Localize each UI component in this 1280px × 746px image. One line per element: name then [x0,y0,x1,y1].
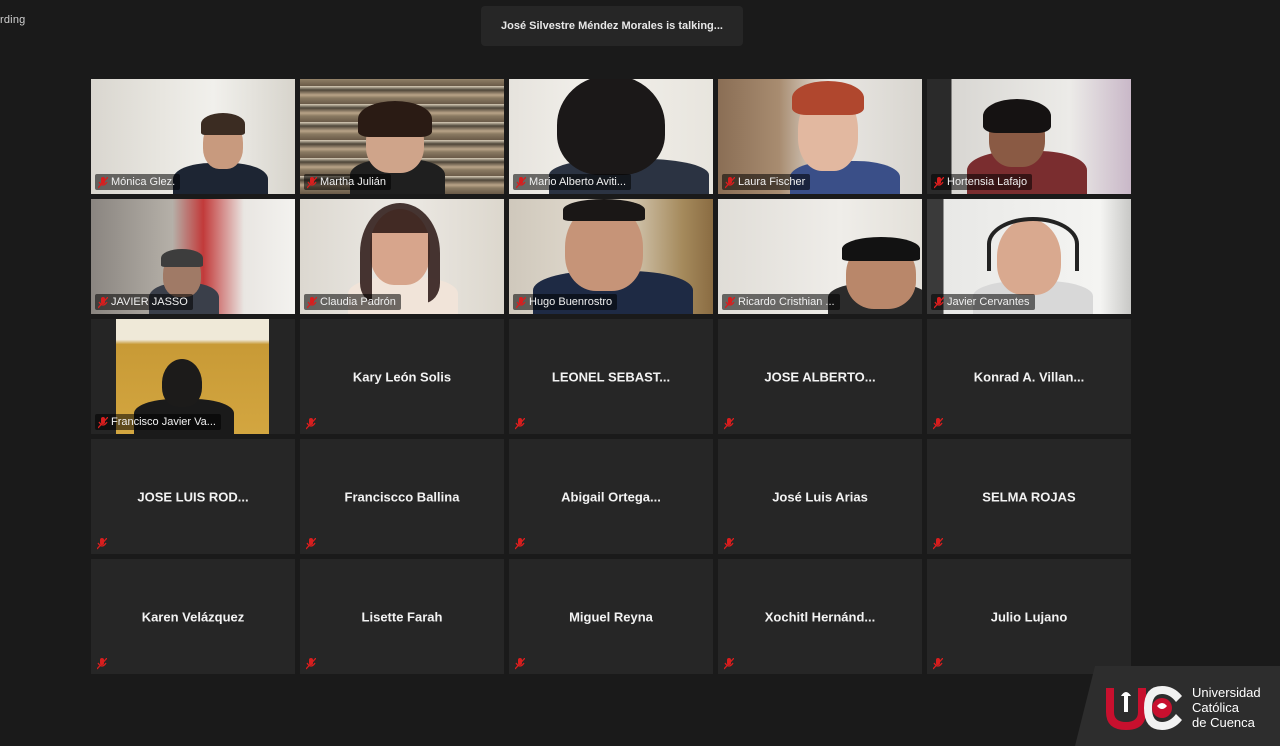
participant-tile[interactable]: SELMA ROJAS [927,439,1131,554]
participant-tile[interactable]: JOSE LUIS ROD... [91,439,295,554]
recording-indicator: rding [0,14,26,26]
mic-muted-icon [933,418,943,430]
participant-name: Abigail Ortega... [561,489,661,504]
participant-name: Julio Lujano [990,609,1068,624]
mic-muted-icon [307,177,317,189]
mic-muted-icon [306,658,316,670]
participant-tile[interactable]: Lisette Farah [300,559,504,674]
participant-tile[interactable]: Karen Velázquez [91,559,295,674]
participant-name-tag: Hortensia Lafajo [931,174,1033,190]
participant-name-tag: Martha Julián [304,174,392,190]
mic-muted-icon [933,658,943,670]
participant-tile[interactable]: Javier Cervantes [927,199,1131,314]
participant-name: Miguel Reyna [569,609,653,624]
participant-gallery: Mónica Glez. Martha Julián Mario Alberto… [91,79,1131,674]
participant-name-tag: Hugo Buenrostro [513,294,618,310]
participant-tile[interactable]: Hortensia Lafajo [927,79,1131,194]
participant-tile[interactable]: JAVIER JASSO [91,199,295,314]
mic-muted-icon [934,177,944,189]
mic-muted-icon [98,297,108,309]
participant-name-tag: JAVIER JASSO [95,294,193,310]
participant-tile[interactable]: Hugo Buenrostro [509,199,713,314]
participant-tile[interactable]: Konrad A. Villan... [927,319,1131,434]
participant-tile[interactable]: Martha Julián [300,79,504,194]
mic-muted-icon [97,658,107,670]
participant-tile[interactable]: Ricardo Cristhian ... [718,199,922,314]
participant-name: LEONEL SEBAST... [551,369,671,384]
mic-muted-icon [934,297,944,309]
uc-logo-icon [1106,686,1182,730]
university-logo: Universidad Católica de Cuenca [1075,666,1280,746]
mic-muted-icon [306,538,316,550]
participant-name-tag: Francisco Javier Va... [95,414,221,430]
participant-tile[interactable]: Julio Lujano [927,559,1131,674]
university-name: Universidad Católica de Cuenca [1192,685,1261,730]
participant-name-tag: Ricardo Cristhian ... [722,294,840,310]
participant-name: Konrad A. Villan... [973,369,1085,384]
participant-name: JOSE ALBERTO... [764,369,876,384]
participant-name-tag: Javier Cervantes [931,294,1035,310]
participant-name: Karen Velázquez [141,609,245,624]
participant-tile[interactable]: Kary León Solis [300,319,504,434]
participant-name-tag: Laura Fischer [722,174,811,190]
mic-muted-icon [724,658,734,670]
participant-tile[interactable]: JOSE ALBERTO... [718,319,922,434]
participant-name: Kary León Solis [352,369,452,384]
mic-muted-icon [98,417,108,429]
participant-tile[interactable]: Mónica Glez. [91,79,295,194]
participant-name-tag: Mario Alberto Aviti... [513,174,632,190]
mic-muted-icon [725,177,735,189]
mic-muted-icon [97,538,107,550]
mic-muted-icon [724,538,734,550]
mic-muted-icon [98,177,108,189]
participant-tile[interactable]: LEONEL SEBAST... [509,319,713,434]
mic-muted-icon [724,418,734,430]
participant-tile[interactable]: Francisco Javier Va... [91,319,295,434]
participant-tile[interactable]: Xochitl Hernánd... [718,559,922,674]
participant-tile[interactable]: Laura Fischer [718,79,922,194]
participant-name-tag: Mónica Glez. [95,174,181,190]
participant-tile[interactable]: José Luis Arias [718,439,922,554]
logo-line-2: Católica [1192,700,1239,715]
participant-tile[interactable]: Mario Alberto Aviti... [509,79,713,194]
logo-line-3: de Cuenca [1192,715,1255,730]
participant-tile[interactable]: Abigail Ortega... [509,439,713,554]
logo-line-1: Universidad [1192,685,1261,700]
mic-muted-icon [515,418,525,430]
mic-muted-icon [306,418,316,430]
participant-name: Xochitl Hernánd... [764,609,876,624]
participant-name: José Luis Arias [772,489,868,504]
mic-muted-icon [307,297,317,309]
participant-name-tag: Claudia Padrón [304,294,401,310]
participant-tile[interactable]: Claudia Padrón [300,199,504,314]
mic-muted-icon [725,297,735,309]
mic-muted-icon [516,297,526,309]
participant-name: Franciscco Ballina [344,489,460,504]
mic-muted-icon [516,177,526,189]
mic-muted-icon [515,538,525,550]
mic-muted-icon [933,538,943,550]
active-speaker-banner: José Silvestre Méndez Morales is talking… [481,6,743,46]
participant-name: Lisette Farah [361,609,443,624]
participant-tile[interactable]: Miguel Reyna [509,559,713,674]
participant-name: SELMA ROJAS [982,489,1076,504]
participant-name: JOSE LUIS ROD... [137,489,249,504]
participant-tile[interactable]: Franciscco Ballina [300,439,504,554]
mic-muted-icon [515,658,525,670]
